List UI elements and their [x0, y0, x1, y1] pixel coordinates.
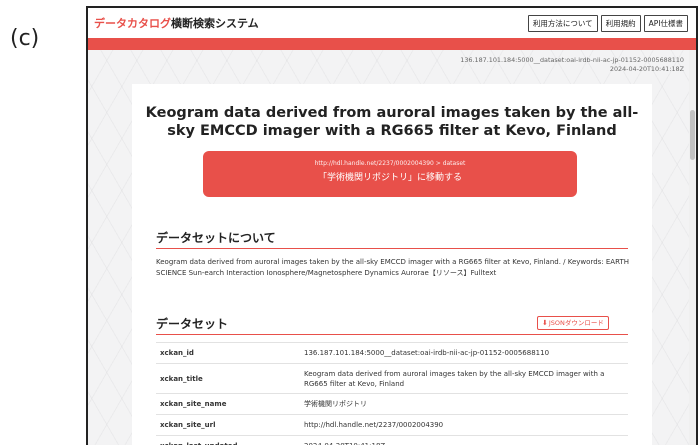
content-card: Keogram data derived from auroral images… [132, 84, 652, 445]
cta-label: 「学術機関リポジトリ」に移動する [203, 170, 577, 183]
page-title: Keogram data derived from auroral images… [142, 104, 642, 140]
table-row: xckan_last_updated 2024-04-20T10:41:18Z [156, 436, 628, 445]
usage-guide-button[interactable]: 利用方法について [528, 15, 598, 32]
table-row: xckan_site_url http://hdl.handle.net/223… [156, 415, 628, 436]
row-value: 2024-04-20T10:41:18Z [300, 436, 628, 445]
json-download-button[interactable]: ⬇JSONダウンロード [537, 316, 609, 330]
row-key: xckan_site_url [156, 415, 300, 436]
record-id-block: 136.187.101.184:5000__dataset:oai-irdb-n… [460, 56, 684, 74]
record-id: 136.187.101.184:5000__dataset:oai-irdb-n… [460, 56, 684, 65]
json-download-label: JSONダウンロード [549, 319, 604, 327]
brand-accent-text: データカタログ [94, 17, 171, 30]
table-row: xckan_title Keogram data derived from au… [156, 364, 628, 394]
row-key: xckan_id [156, 343, 300, 364]
terms-button[interactable]: 利用規約 [601, 15, 641, 32]
scrollbar[interactable] [689, 50, 696, 445]
table-row: xckan_id 136.187.101.184:5000__dataset:o… [156, 343, 628, 364]
top-buttons: 利用方法について 利用規約 API仕様書 [528, 15, 688, 32]
go-to-repository-button[interactable]: http://hdl.handle.net/2237/0002004390 > … [203, 151, 577, 197]
dataset-table: xckan_id 136.187.101.184:5000__dataset:o… [156, 342, 628, 445]
about-heading: データセットについて [156, 229, 276, 246]
row-value: 136.187.101.184:5000__dataset:oai-irdb-n… [300, 343, 628, 364]
api-spec-button[interactable]: API仕様書 [644, 15, 688, 32]
row-key: xckan_last_updated [156, 436, 300, 445]
panel-label: (c) [10, 26, 39, 51]
accent-band [88, 38, 696, 50]
row-value: 学術機関リポジトリ [300, 394, 628, 415]
brand-rest-text: 横断検索システム [171, 17, 259, 30]
cta-url: http://hdl.handle.net/2237/0002004390 > … [203, 160, 577, 167]
about-description: Keogram data derived from auroral images… [156, 257, 632, 279]
table-row: xckan_site_name 学術機関リポジトリ [156, 394, 628, 415]
row-value: Keogram data derived from auroral images… [300, 364, 628, 394]
site-url-link[interactable]: http://hdl.handle.net/2237/0002004390 [300, 415, 628, 436]
row-key: xckan_site_name [156, 394, 300, 415]
row-key: xckan_title [156, 364, 300, 394]
browser-window: データカタログ横断検索システム 利用方法について 利用規約 API仕様書 136… [86, 6, 698, 445]
dataset-heading: データセット [156, 315, 228, 332]
site-brand[interactable]: データカタログ横断検索システム [94, 15, 259, 31]
record-date: 2024-04-20T10:41:18Z [460, 65, 684, 74]
top-bar: データカタログ横断検索システム 利用方法について 利用規約 API仕様書 [88, 8, 696, 38]
dataset-divider [156, 334, 628, 335]
download-icon: ⬇ [542, 319, 548, 327]
scrollbar-thumb[interactable] [690, 110, 695, 160]
about-divider [156, 248, 628, 249]
